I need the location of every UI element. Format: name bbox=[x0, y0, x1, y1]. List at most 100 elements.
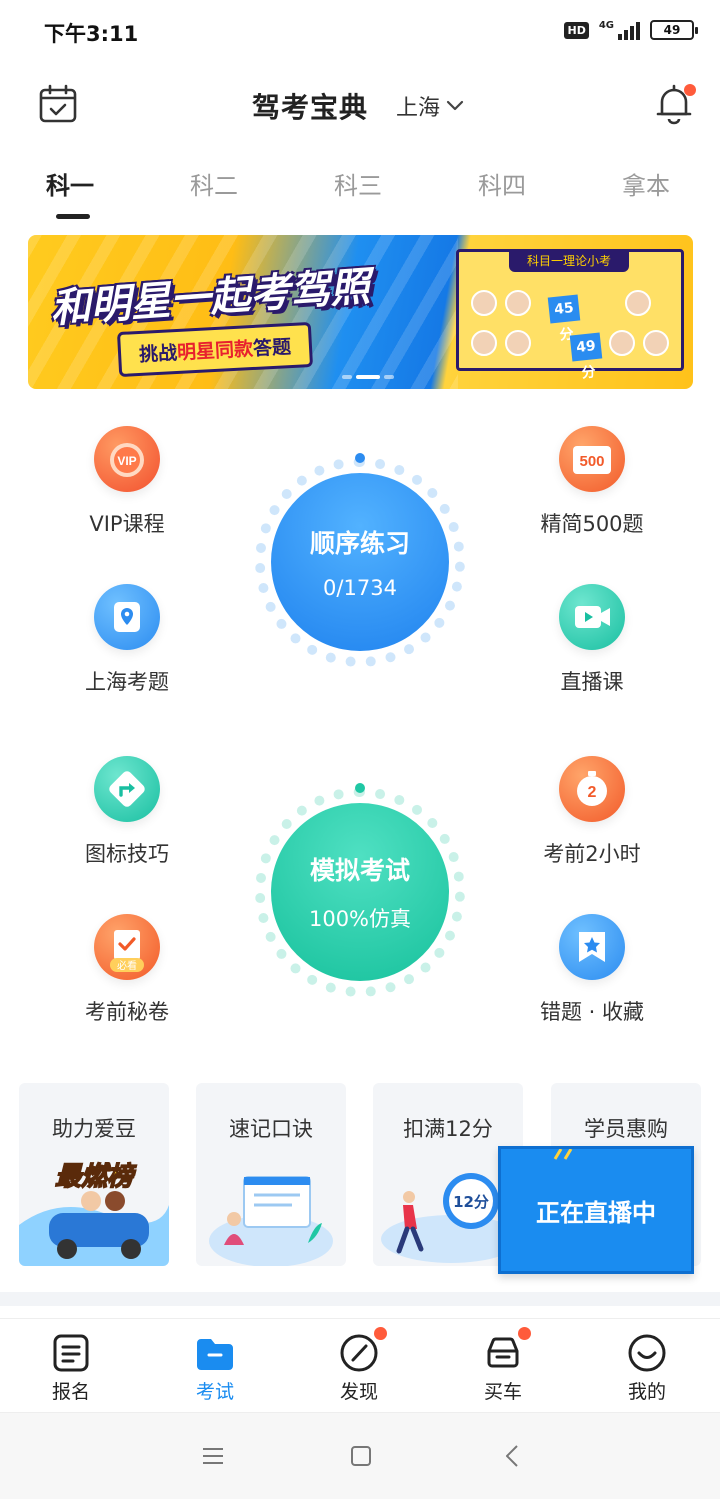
feature-label: 上海考题 bbox=[85, 670, 169, 694]
deduct-12-badge: 12分 bbox=[453, 1193, 489, 1211]
celebrity-avatar bbox=[505, 330, 531, 356]
banner-sub-suffix: 答题 bbox=[252, 336, 292, 360]
feature-vip-course[interactable]: VIP VIP课程 bbox=[47, 426, 207, 538]
feature-live-course[interactable]: 直播课 bbox=[512, 584, 672, 696]
feature-sign-tips[interactable]: 图标技巧 bbox=[47, 756, 207, 868]
compass-icon bbox=[339, 1327, 387, 1373]
sequential-practice-button[interactable]: 顺序练习 0/1734 bbox=[255, 453, 465, 667]
tab-get-license[interactable]: 拿本 bbox=[622, 166, 670, 201]
battery-level: 49 bbox=[663, 23, 681, 37]
practice-label: 顺序练习 bbox=[309, 529, 410, 558]
vip-badge-text: VIP bbox=[117, 454, 136, 468]
feature-label: 考前2小时 bbox=[543, 842, 641, 866]
banner-score-a: 45分 bbox=[547, 294, 581, 344]
progress-knob bbox=[355, 453, 365, 463]
nav-signup[interactable]: 报名 bbox=[26, 1333, 116, 1404]
section-divider bbox=[0, 1292, 720, 1306]
nav-label: 我的 bbox=[627, 1381, 666, 1403]
promo-card-idol[interactable]: 助力爱豆 最燃榜 bbox=[19, 1083, 169, 1266]
signal-icon: 4G bbox=[599, 20, 640, 40]
feature-secret-papers[interactable]: 必看 考前秘卷 bbox=[47, 914, 207, 1026]
bookmark-star-icon bbox=[559, 914, 625, 980]
exam-label: 模拟考试 bbox=[309, 856, 410, 885]
celebrity-avatar bbox=[505, 290, 531, 316]
nav-label: 考试 bbox=[195, 1381, 234, 1403]
mnemonic-illustration bbox=[209, 1176, 333, 1266]
feature-label: 精简500题 bbox=[540, 512, 644, 536]
city-selector[interactable]: 上海 bbox=[396, 90, 464, 122]
tab-subject-three[interactable]: 科三 bbox=[334, 166, 382, 201]
live-now-floating-button[interactable]: 正在直播中 bbox=[498, 1146, 694, 1274]
mock-exam-button[interactable]: 模拟考试 100%仿真 bbox=[255, 783, 465, 997]
tab-indicator bbox=[56, 214, 90, 219]
back-icon[interactable] bbox=[500, 1443, 526, 1469]
exam-core: 模拟考试 100%仿真 bbox=[271, 803, 449, 981]
notification-bell-icon[interactable] bbox=[654, 82, 696, 126]
tab-subject-four[interactable]: 科四 bbox=[478, 166, 526, 201]
network-type: 4G bbox=[598, 20, 614, 31]
nav-label: 发现 bbox=[339, 1381, 378, 1403]
buy-car-notification-dot bbox=[518, 1327, 531, 1340]
promo-title: 学员惠购 bbox=[584, 1117, 668, 1141]
map-pin-icon bbox=[94, 584, 160, 650]
menu-icon[interactable] bbox=[200, 1443, 226, 1469]
city-label: 上海 bbox=[396, 96, 441, 121]
calendar-check-icon[interactable] bbox=[38, 84, 78, 124]
nav-label: 报名 bbox=[51, 1381, 90, 1403]
book-500-icon: 500 bbox=[559, 426, 625, 492]
exam-subtitle: 100%仿真 bbox=[308, 907, 412, 931]
feature-label: 考前秘卷 bbox=[85, 1000, 169, 1024]
practice-progress: 0/1734 bbox=[323, 576, 397, 600]
nav-label: 买车 bbox=[483, 1381, 522, 1403]
exam-folder-icon bbox=[195, 1333, 235, 1373]
feature-label: 错题 · 收藏 bbox=[539, 1000, 645, 1024]
banner-sub-prefix: 挑战 bbox=[138, 342, 178, 366]
promo-title: 助力爱豆 bbox=[52, 1117, 136, 1141]
nav-buy-car[interactable]: 买车 bbox=[458, 1327, 548, 1404]
tab-subject-two[interactable]: 科二 bbox=[190, 166, 238, 201]
celebrity-avatar bbox=[471, 330, 497, 356]
chevron-down-icon bbox=[446, 100, 464, 111]
promo-banner[interactable]: 和明星一起考驾照 挑战明星同款答题 科目一理论小考 45分 49分 bbox=[28, 235, 693, 389]
feature-jingjian-500[interactable]: 500 精简500题 bbox=[512, 426, 672, 538]
feature-mistakes-favorites[interactable]: 错题 · 收藏 bbox=[512, 914, 672, 1026]
banner-sub-highlight: 明星同款 bbox=[176, 338, 254, 364]
promo-card-mnemonic[interactable]: 速记口诀 bbox=[196, 1083, 346, 1266]
signup-icon bbox=[51, 1333, 91, 1373]
nav-mine[interactable]: 我的 bbox=[602, 1333, 692, 1404]
app-title: 驾考宝典 bbox=[252, 91, 369, 124]
bottom-navigation: 报名 考试 发现 买车 我的 bbox=[0, 1318, 720, 1412]
promo-title: 扣满12分 bbox=[403, 1117, 493, 1141]
banner-pagination bbox=[342, 375, 394, 379]
home-icon[interactable] bbox=[348, 1443, 374, 1469]
jingjian-badge-text: 500 bbox=[579, 453, 604, 470]
nav-exam[interactable]: 考试 bbox=[170, 1333, 260, 1404]
vip-medal-icon: VIP bbox=[94, 426, 160, 492]
status-time: 下午3:11 bbox=[44, 22, 139, 46]
must-read-badge: 必看 bbox=[117, 959, 137, 972]
celebrity-avatar bbox=[625, 290, 651, 316]
banner-quiz-card: 科目一理论小考 45分 49分 bbox=[456, 249, 684, 382]
practice-core: 顺序练习 0/1734 bbox=[271, 473, 449, 651]
car-icon bbox=[483, 1327, 531, 1373]
hd-icon: HD bbox=[564, 21, 589, 39]
idol-art-text: 最燃榜 bbox=[55, 1162, 137, 1192]
app-header: 驾考宝典 上海 bbox=[0, 70, 720, 140]
system-navigation-bar bbox=[0, 1412, 720, 1499]
secret-paper-icon: 必看 bbox=[94, 914, 160, 980]
feature-label: 图标技巧 bbox=[85, 842, 169, 866]
promo-title: 速记口诀 bbox=[229, 1117, 313, 1141]
celebrity-avatar bbox=[643, 330, 669, 356]
video-camera-icon bbox=[559, 584, 625, 650]
feature-shanghai-questions[interactable]: 上海考题 bbox=[47, 584, 207, 696]
tab-subject-one[interactable]: 科一 bbox=[46, 166, 94, 201]
status-bar: 下午3:11 HD 4G 49 bbox=[0, 0, 720, 64]
turn-sign-icon bbox=[94, 756, 160, 822]
feature-label: 直播课 bbox=[560, 670, 624, 694]
live-now-label: 正在直播中 bbox=[536, 1199, 656, 1227]
banner-card-title: 科目一理论小考 bbox=[509, 250, 629, 272]
battery-icon: 49 bbox=[650, 20, 698, 40]
nav-discover[interactable]: 发现 bbox=[314, 1327, 404, 1404]
feature-two-hours[interactable]: 2 考前2小时 bbox=[512, 756, 672, 868]
celebrity-avatar bbox=[471, 290, 497, 316]
